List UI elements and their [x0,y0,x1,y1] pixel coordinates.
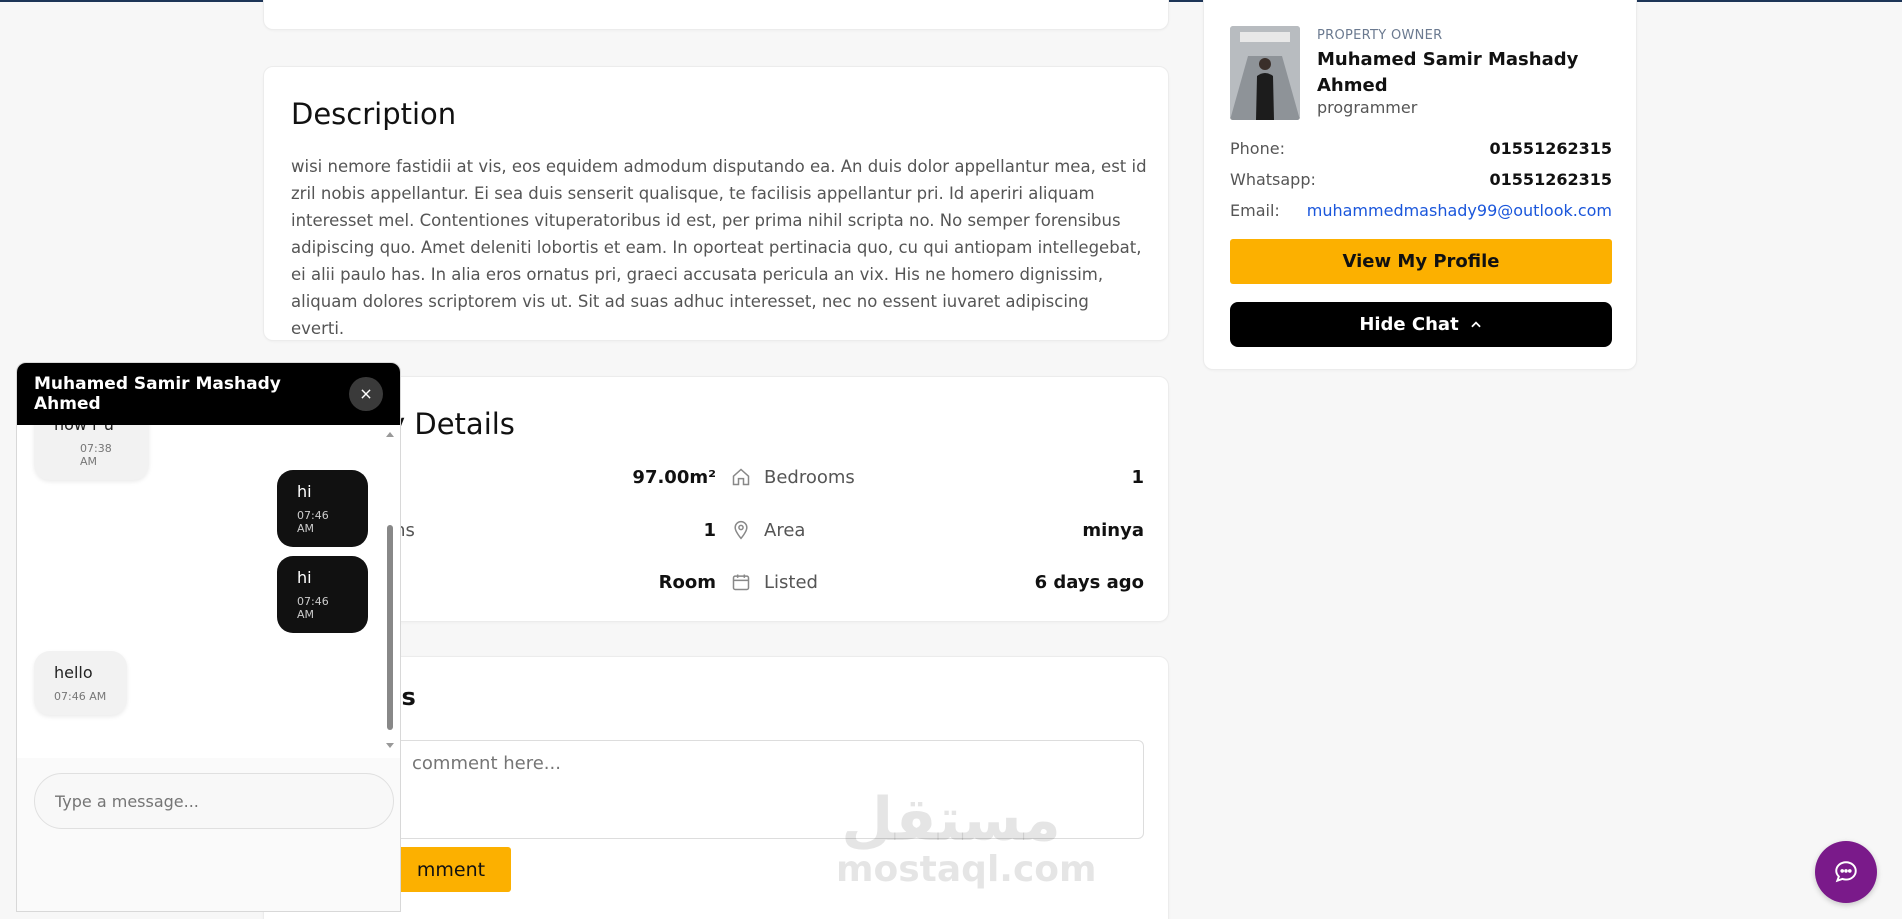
close-icon [361,389,371,399]
message-time: 07:46 AM [297,509,329,535]
calendar-icon [730,571,752,593]
owner-email-row: Email: muhammedmashady99@outlook.com [1230,201,1612,220]
chat-window: Muhamed Samir Mashady Ahmed how r u 07:3… [16,362,401,912]
scroll-down-arrow-icon [386,743,394,748]
owner-role: programmer [1317,98,1418,117]
detail-value: 97.00m² [632,466,716,488]
detail-row-area: Area minya [730,515,1144,545]
owner-name: Muhamed Samir Mashady Ahmed [1317,49,1579,96]
detail-value: minya [1082,519,1144,541]
chat-close-button[interactable] [349,377,383,411]
owner-phone-row: Phone: 01551262315 [1230,139,1612,158]
watermark: مستقل mostaql.com [836,785,1097,890]
detail-row-type: Room [388,567,716,597]
owner-photo [1230,26,1300,120]
message-time: 07:38 AM [80,442,112,468]
message-time: 07:46 AM [297,595,329,621]
chat-message-input[interactable] [34,773,394,829]
whatsapp-label: Whatsapp: [1230,170,1316,189]
message-incoming: hello 07:46 AM [34,651,127,715]
chat-scrollbar[interactable] [385,430,395,750]
home-icon [730,466,752,488]
chat-bubble-icon [1835,861,1857,883]
message-time: 07:46 AM [54,690,107,703]
description-card: Description wisi nemore fastidii at vis,… [263,66,1169,341]
hide-chat-button[interactable]: Hide Chat [1230,302,1612,347]
message-text: hello [54,663,93,682]
chat-title: Muhamed Samir Mashady Ahmed [34,374,281,414]
message-text: hi [297,568,312,587]
chat-messages[interactable]: how r u 07:38 AM hi 07:46 AM hi 07:46 AM… [17,425,387,755]
gallery-card-bottom [263,0,1169,30]
scroll-up-arrow-icon [386,432,394,437]
detail-row-bathrooms: ms 1 [388,515,716,545]
owner-card: PROPERTY OWNER Muhamed Samir Mashady Ahm… [1203,0,1637,370]
email-label: Email: [1230,201,1280,220]
detail-value: 1 [703,519,716,541]
owner-whatsapp-row: Whatsapp: 01551262315 [1230,170,1612,189]
chat-fab-button[interactable] [1815,841,1877,903]
chat-input-area [17,758,400,911]
detail-row-bedrooms: Bedrooms 1 [730,462,1144,492]
watermark-arabic: مستقل [841,785,1061,855]
chat-header: Muhamed Samir Mashady Ahmed [17,363,400,425]
email-link[interactable]: muhammedmashady99@outlook.com [1307,201,1612,220]
detail-label: Bedrooms [764,466,855,488]
message-outgoing: hi 07:46 AM [277,556,368,633]
message-text: how r u [54,425,129,434]
description-title: Description [291,97,457,131]
scroll-thumb[interactable] [387,525,393,730]
detail-row-size: 97.00m² [388,462,716,492]
detail-value: 6 days ago [1034,571,1144,593]
detail-value: 1 [1131,466,1144,488]
phone-value: 01551262315 [1489,139,1612,158]
detail-label: Area [764,519,806,541]
message-incoming: how r u 07:38 AM [34,425,149,480]
chevron-up-icon [1470,320,1481,327]
map-pin-icon [730,519,752,541]
hide-chat-label: Hide Chat [1359,314,1459,335]
watermark-latin: mostaql.com [836,849,1097,890]
owner-tag: PROPERTY OWNER [1317,28,1443,43]
description-text: wisi nemore fastidii at vis, eos equidem… [291,157,1147,338]
phone-label: Phone: [1230,139,1285,158]
detail-label: Listed [764,571,818,593]
details-title: y Details [388,407,515,441]
message-text: hi [297,482,312,501]
whatsapp-value: 01551262315 [1489,170,1612,189]
detail-row-listed: Listed 6 days ago [730,567,1144,597]
message-outgoing: hi 07:46 AM [277,470,368,547]
view-profile-button[interactable]: View My Profile [1230,239,1612,284]
detail-value: Room [658,571,716,593]
